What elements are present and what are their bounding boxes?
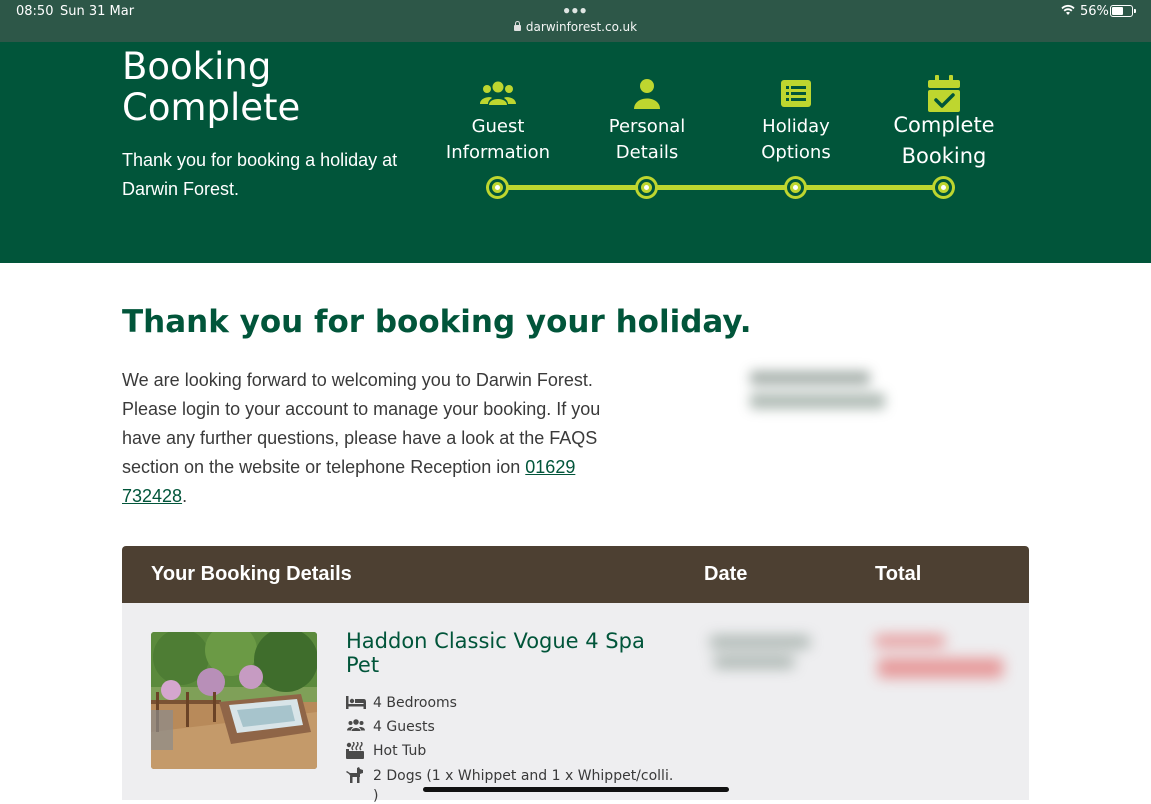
step-personal-details[interactable]: Personal Details [572, 114, 722, 166]
step-complete-booking[interactable]: Complete Booking [869, 110, 1019, 172]
progress-line [498, 185, 944, 190]
dog-icon [346, 767, 363, 783]
guests-icon [347, 719, 365, 731]
feature-text: Hot Tub [373, 743, 427, 759]
wifi-icon [1061, 4, 1075, 15]
step-label-line2: Details [615, 142, 679, 163]
feature-text: 2 Dogs (1 x Whippet and 1 x Whippet/coll… [373, 768, 674, 784]
status-date: Sun 31 Mar [60, 4, 135, 19]
status-time: 08:50 [16, 4, 54, 19]
blurred-booking-date [700, 630, 825, 680]
lodge-name[interactable]: Haddon Classic Vogue 4 Spa Pet [346, 629, 646, 677]
step-label-line1: Guest [471, 116, 525, 137]
address-url: darwinforest.co.uk [525, 20, 638, 34]
step-dot-complete-booking [935, 179, 952, 196]
step-label-line1: Complete [893, 113, 995, 137]
lodge-photo[interactable] [151, 632, 317, 769]
bed-icon [346, 696, 366, 709]
feature-text: 4 Bedrooms [373, 695, 457, 711]
more-dots-icon[interactable]: ●●● [563, 3, 588, 17]
step-label-line2: Booking [901, 144, 987, 168]
step-label-line1: Holiday [762, 116, 830, 137]
battery-level [1112, 7, 1123, 15]
hot-tub-icon [346, 742, 364, 759]
booking-progress-banner: Booking Complete Thank you for booking a… [0, 42, 1151, 263]
feature-bedrooms: 4 Bedrooms [346, 693, 676, 713]
step-label-line2: Information [445, 142, 551, 163]
battery-icon [1110, 5, 1136, 17]
list-icon [781, 80, 811, 107]
blurred-booking-reference [745, 365, 890, 417]
address-bar[interactable]: darwinforest.co.uk [0, 20, 1151, 34]
thank-you-text: We are looking forward to welcoming you … [122, 366, 642, 511]
step-dot-holiday-options [787, 179, 804, 196]
users-icon [480, 81, 516, 105]
feature-hot-tub: Hot Tub [346, 741, 676, 761]
home-indicator[interactable] [423, 787, 729, 792]
step-dot-guest-information [489, 179, 506, 196]
status-bar: 08:50 Sun 31 Mar ●●● darwinforest.co.uk … [0, 0, 1151, 42]
step-dot-personal-details [638, 179, 655, 196]
header-booking-details: Your Booking Details [151, 563, 352, 585]
feature-dogs-continuation: ) [373, 788, 379, 804]
battery-percent: 56% [1080, 4, 1109, 19]
lock-icon [513, 21, 521, 31]
step-label-line1: Personal [608, 116, 686, 137]
lodge-photo-image [151, 632, 317, 769]
step-holiday-options[interactable]: Holiday Options [721, 114, 871, 166]
step-guest-information[interactable]: Guest Information [423, 114, 573, 166]
calendar-check-icon [928, 75, 960, 112]
feature-dogs: 2 Dogs (1 x Whippet and 1 x Whippet/coll… [346, 766, 676, 786]
thank-you-heading: Thank you for booking your holiday. [122, 304, 752, 340]
header-total: Total [875, 563, 922, 585]
feature-text: 4 Guests [373, 719, 435, 735]
step-label-line2: Options [761, 142, 831, 163]
blurred-booking-total [870, 630, 1010, 685]
thank-you-text-end: . [182, 486, 188, 506]
booking-details-header: Your Booking Details Date Total [122, 546, 1029, 603]
progress-steps: Guest Information Personal Details Holid… [0, 42, 1151, 263]
feature-guests: 4 Guests [346, 717, 676, 737]
header-date: Date [704, 563, 748, 585]
user-icon [634, 79, 660, 109]
